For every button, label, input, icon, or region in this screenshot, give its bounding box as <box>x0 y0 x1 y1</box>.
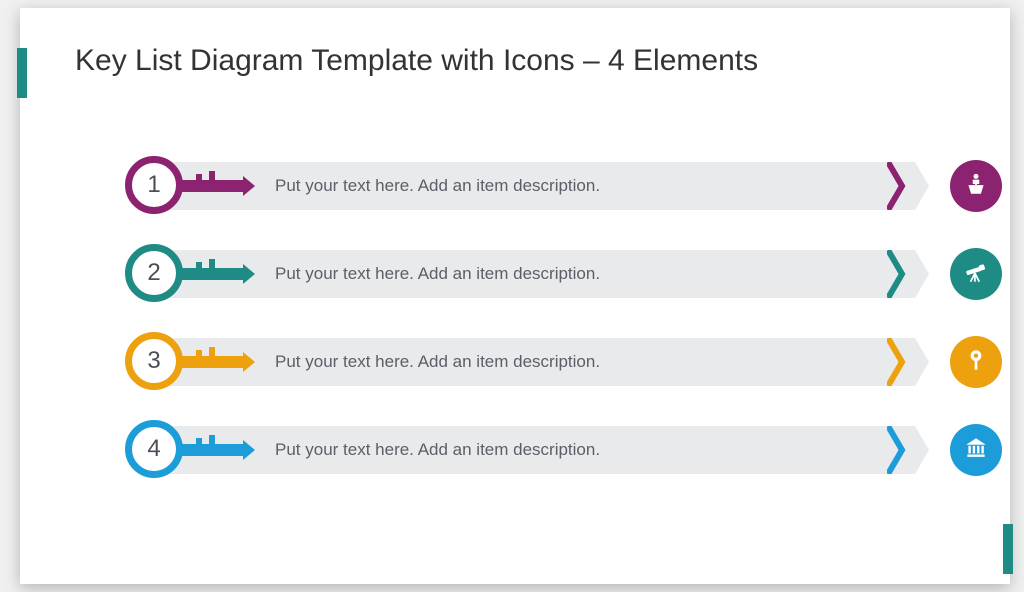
chevron-right-icon <box>887 250 907 298</box>
item-number: 1 <box>147 171 160 199</box>
key-list-item: 4 Put your text here. Add an item descri… <box>75 420 975 480</box>
key-shaft <box>181 356 245 368</box>
item-number-ring: 1 <box>125 156 183 214</box>
item-number: 4 <box>147 435 160 463</box>
item-number-ring: 2 <box>125 244 183 302</box>
key-list-item: 1 Put your text here. Add an item descri… <box>75 156 975 216</box>
item-text: Put your text here. Add an item descript… <box>275 176 600 196</box>
key-list: 1 Put your text here. Add an item descri… <box>75 156 975 508</box>
chevron-right-icon <box>887 426 907 474</box>
chevron-right-icon <box>887 338 907 386</box>
item-text: Put your text here. Add an item descript… <box>275 352 600 372</box>
key-list-item: 2 Put your text here. Add an item descri… <box>75 244 975 304</box>
chevron-right-icon <box>887 162 907 210</box>
key-shaft <box>181 180 245 192</box>
item-text: Put your text here. Add an item descript… <box>275 264 600 284</box>
item-number-ring: 4 <box>125 420 183 478</box>
bank-building-icon <box>963 435 989 466</box>
edge-accent-bottom <box>1003 524 1013 574</box>
item-number-ring: 3 <box>125 332 183 390</box>
key-shaft <box>181 268 245 280</box>
item-number: 2 <box>147 259 160 287</box>
speaker-podium-icon <box>963 171 989 202</box>
key-shaft <box>181 444 245 456</box>
telescope-icon <box>963 259 989 290</box>
pushpin-icon <box>963 347 989 378</box>
item-icon-circle <box>950 248 1002 300</box>
item-icon-circle <box>950 160 1002 212</box>
item-number: 3 <box>147 347 160 375</box>
item-icon-circle <box>950 336 1002 388</box>
edge-accent-top <box>17 48 27 98</box>
slide: Key List Diagram Template with Icons – 4… <box>20 8 1010 584</box>
slide-title: Key List Diagram Template with Icons – 4… <box>75 44 758 78</box>
key-list-item: 3 Put your text here. Add an item descri… <box>75 332 975 392</box>
item-icon-circle <box>950 424 1002 476</box>
item-text: Put your text here. Add an item descript… <box>275 440 600 460</box>
